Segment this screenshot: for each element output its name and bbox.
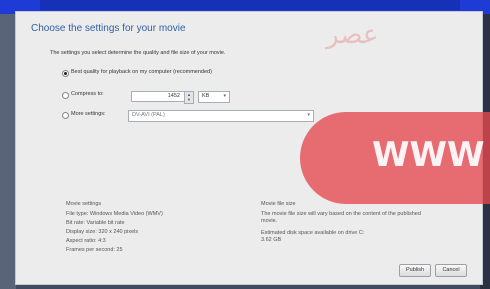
left-window-edge	[0, 14, 16, 289]
estimate-title: Movie file size	[261, 201, 296, 207]
compress-size-spinner[interactable]: ▲ ▼	[184, 91, 194, 104]
compress-radio[interactable]	[62, 92, 69, 99]
more-settings-select[interactable]: DV-AVI (PAL) ▾	[128, 110, 314, 122]
movie-setting-line: Display size: 320 x 240 pixels	[66, 229, 139, 235]
best-quality-radio[interactable]	[62, 70, 69, 77]
more-settings-value: DV-AVI (PAL)	[132, 112, 165, 118]
compress-size-value: 1452	[167, 93, 180, 99]
estimate-space-label: Estimated disk space available on drive …	[261, 230, 365, 236]
watermark-arabic: عصر	[326, 20, 379, 50]
estimate-space-value: 3.62 GB	[261, 237, 282, 243]
estimate-text: The movie file size will vary based on t…	[261, 211, 421, 224]
movie-setting-line: Frames per second: 25	[66, 247, 123, 253]
compress-size-input[interactable]: 1452	[131, 91, 185, 102]
more-settings-label[interactable]: More settings:	[71, 111, 106, 117]
movie-setting-line: File type: Windows Media Video (WMV)	[66, 211, 163, 217]
compress-label[interactable]: Compress to:	[71, 91, 104, 97]
movie-settings-title: Movie settings	[66, 201, 102, 207]
chevron-down-icon: ▾	[307, 112, 310, 118]
watermark-text: WWW	[372, 135, 485, 175]
best-quality-label[interactable]: Best quality for playback on my computer…	[71, 69, 212, 75]
compress-unit-value: KB	[202, 93, 210, 99]
dialog-subtitle: The settings you select determine the qu…	[50, 50, 226, 56]
cancel-button[interactable]: Cancel	[435, 264, 467, 277]
movie-setting-line: Aspect ratio: 4:3	[66, 238, 106, 244]
dialog-title: Choose the settings for your movie	[31, 23, 186, 34]
compress-unit-select[interactable]: KB ▾	[198, 91, 230, 103]
top-band-notch	[40, 0, 460, 10]
chevron-down-icon: ▾	[223, 93, 226, 99]
more-settings-radio[interactable]	[62, 112, 69, 119]
publish-button[interactable]: Publish	[399, 264, 431, 277]
movie-setting-line: Bit rate: Variable bit rate	[66, 220, 125, 226]
